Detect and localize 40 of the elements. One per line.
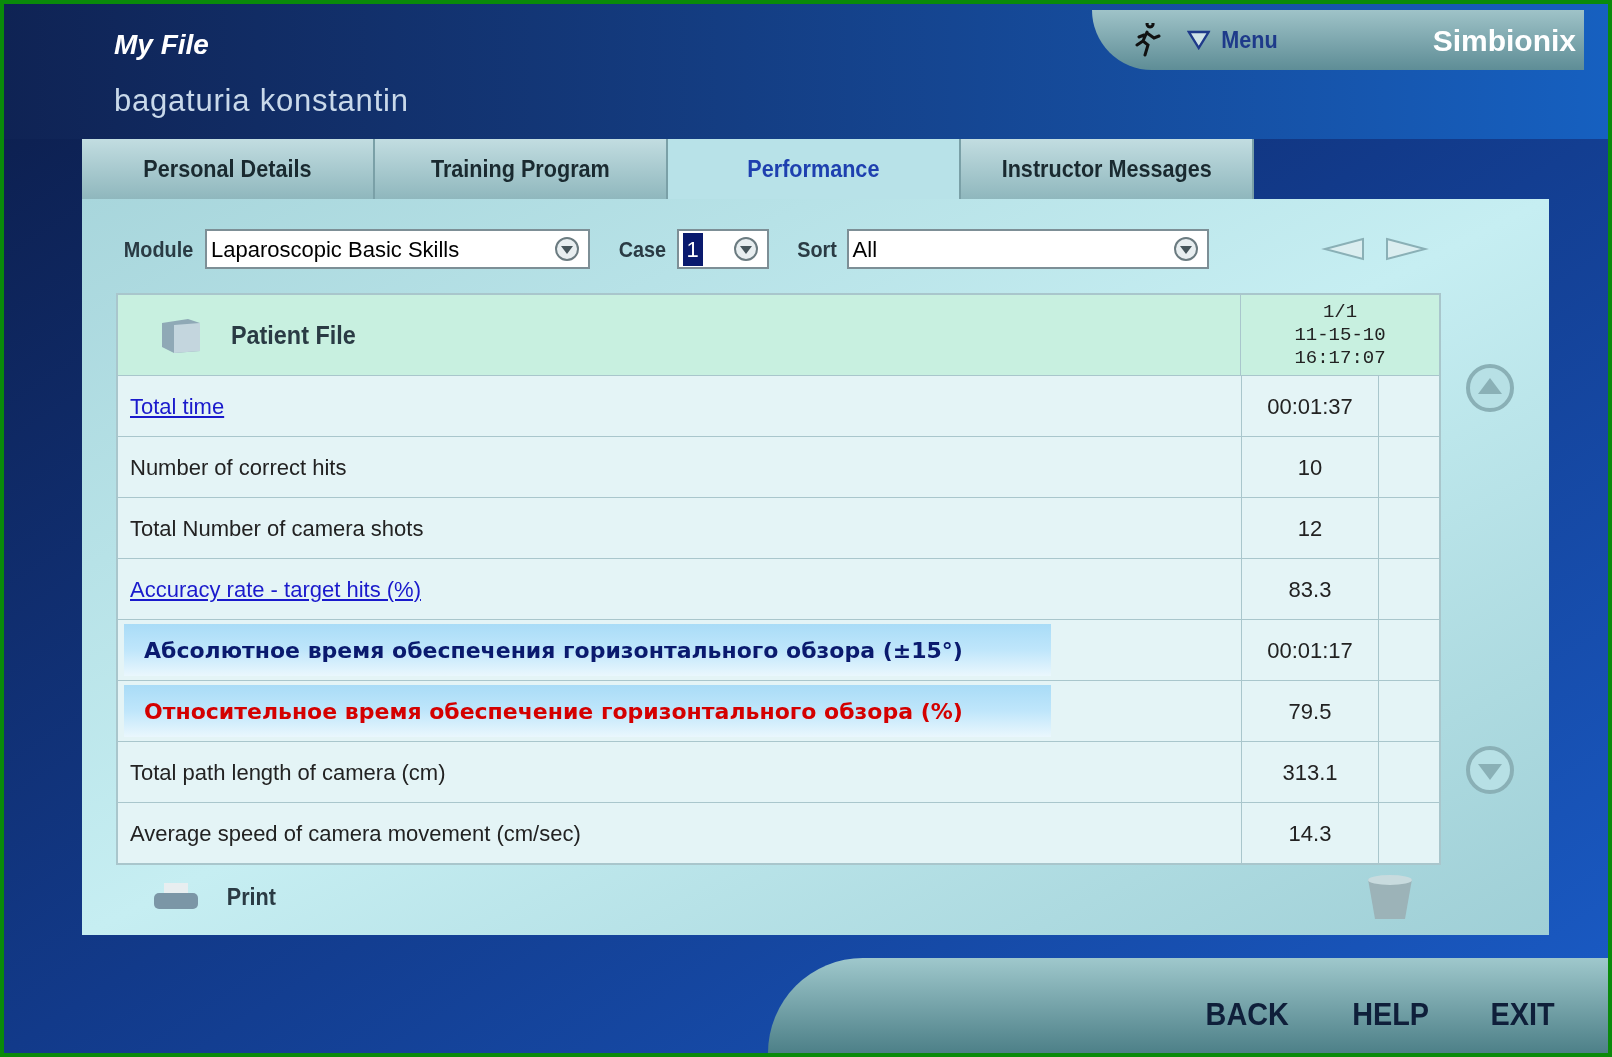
metric-label: Number of correct hits xyxy=(130,454,347,480)
dropdown-icon[interactable] xyxy=(1172,236,1199,262)
caret-icon xyxy=(1187,30,1211,50)
user-name: bagaturia konstantin xyxy=(114,82,409,120)
nav-button[interactable]: HELP xyxy=(1351,989,1429,1038)
metric-label: Total path length of camera (cm) xyxy=(130,759,446,785)
tab[interactable]: Performance xyxy=(668,139,961,199)
brand-logo: Simbionix xyxy=(1432,22,1576,59)
nav-button[interactable]: BACK xyxy=(1205,989,1289,1038)
metric-label: Total Number of camera shots xyxy=(130,515,424,541)
filter-label: Case xyxy=(618,235,666,264)
metric-link[interactable]: Accuracy rate - target hits (%) xyxy=(130,576,421,602)
session-info: 16:17:07 xyxy=(1294,346,1386,370)
nav-button[interactable]: EXIT xyxy=(1490,989,1555,1038)
metric-link[interactable]: Total time xyxy=(130,393,225,419)
scroll-down-icon[interactable] xyxy=(1465,745,1515,795)
dropdown-field[interactable]: 1 xyxy=(676,229,769,269)
dropdown-field[interactable]: All xyxy=(846,229,1209,269)
print-button[interactable]: Print xyxy=(152,879,279,915)
session-info: 1/1 xyxy=(1322,300,1358,324)
filter-label: Module xyxy=(123,235,194,264)
next-icon[interactable] xyxy=(1384,235,1429,263)
session-info: 11-15-10 xyxy=(1294,323,1386,347)
dropdown-field[interactable]: Laparoscopic Basic Skills xyxy=(205,229,590,269)
dropdown-icon[interactable] xyxy=(732,236,759,262)
tab[interactable]: Personal Details xyxy=(82,139,375,199)
tab[interactable]: Training Program xyxy=(375,139,668,199)
tab[interactable]: Instructor Messages xyxy=(961,139,1254,199)
trash-icon[interactable] xyxy=(1365,873,1415,921)
menu-button[interactable]: Menu xyxy=(1187,22,1278,58)
dropdown-icon[interactable] xyxy=(554,236,580,262)
metric-label: Относительное время обеспечение горизонтального обзора (%) xyxy=(144,697,963,726)
value-cell: 14.3 xyxy=(1241,803,1378,863)
table-title: Patient File xyxy=(230,318,356,352)
scroll-up-icon[interactable] xyxy=(1465,363,1515,413)
metric-label: Average speed of camera movement (cm/sec) xyxy=(130,820,581,846)
page-title: My File xyxy=(114,28,210,62)
previous-icon[interactable] xyxy=(1320,235,1365,263)
metric-label: Абсолютное время обеспечения горизонтального обзора (±15°) xyxy=(144,636,963,665)
filter-label: Sort xyxy=(796,235,837,264)
